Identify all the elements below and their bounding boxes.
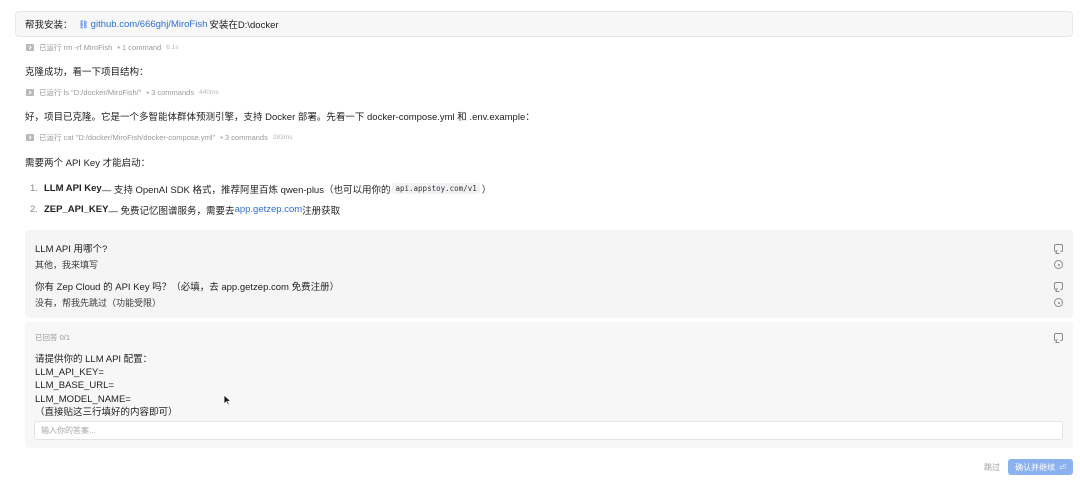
tool-run-count: • 1 command [117,43,162,52]
terminal-icon [26,89,34,96]
step-title: ZEP_API_KEY [44,204,109,215]
confirm-label: 确认并继续 [1015,462,1056,472]
answer-row: 其他，我来填写 [35,258,1063,271]
tool-run-rm[interactable]: 已运行 rm -rf MiroFish • 1 command 6.1s [26,42,179,53]
terminal-icon [26,44,34,51]
tool-run-cat[interactable]: 已运行 cat "D:/docker/MiroFish/docker-compo… [26,132,292,143]
tool-run-ls[interactable]: 已运行 ls "D:/docker/MiroFish/" • 3 command… [26,87,219,98]
tool-run-label: 已运行 rm -rf MiroFish [39,43,113,52]
tool-run-duration: 440ms [199,89,219,96]
tool-run-label: 已运行 cat "D:/docker/MiroFish/docker-compo… [39,133,216,142]
comment-icon[interactable] [1054,282,1063,290]
answer-text: 没有，帮我先跳过（功能受限） [35,298,162,308]
terminal-icon [26,134,34,141]
question-text: 你有 Zep Cloud 的 API Key 吗？（必填，去 app.getze… [35,282,340,293]
answer-input[interactable] [34,421,1063,440]
skip-button[interactable]: 跳过 [984,462,1000,473]
answer-row: 没有，帮我先跳过（功能受限） [35,296,1063,309]
step-number: 1. [30,183,38,194]
radio-icon[interactable] [1054,298,1063,307]
tool-run-duration: 6.1s [166,44,179,51]
need-keys-text: 需要两个 API Key 才能启动： [25,158,151,169]
questions-panel: LLM API 用哪个? 其他，我来填写 你有 Zep Cloud 的 API … [25,230,1073,318]
comment-icon[interactable] [1054,333,1063,341]
intro-text: 好，项目已克隆。它是一个多智能体群体预测引擎，支持 Docker 部署。先看一下… [25,112,535,123]
user-message-suffix: 安装在D:\docker [209,20,279,31]
list-item: 2. ZEP_API_KEY — 免费记忆图谱服务，需要去 app.getzep… [30,199,491,220]
step-number: 2. [30,204,38,215]
question-text: LLM API 用哪个? [35,244,108,255]
step-title: LLM API Key [44,183,102,194]
step-text: — 免费记忆图谱服务，需要去 [108,205,235,217]
api-key-steps: 1. LLM API Key — 支持 OpenAI SDK 格式，推荐阿里百炼… [30,178,491,220]
link-icon: ⛓ [78,19,89,29]
enter-icon: ⏎ [1059,462,1066,472]
tool-run-count: • 3 commands [146,88,195,97]
comment-icon[interactable] [1054,244,1063,252]
inline-code: api.appstoy.com/v1 [392,183,480,194]
tool-run-duration: 283ms [272,134,293,141]
tool-run-label: 已运行 ls "D:/docker/MiroFish/" [39,88,142,97]
answered-status: 已回答 0/1 [35,333,71,342]
answer-text: 其他，我来填写 [35,260,99,270]
user-message: 帮我安装： ⛓ github.com/666ghj/MiroFish 安装在D:… [15,11,1073,37]
tool-run-count: • 3 commands [220,133,268,142]
radio-icon[interactable] [1054,260,1063,269]
question-row: 你有 Zep Cloud 的 API Key 吗？（必填，去 app.getze… [35,279,1063,293]
list-item: 1. LLM API Key — 支持 OpenAI SDK 格式，推荐阿里百炼… [30,178,491,199]
step-tail: 注册获取 [302,205,341,217]
user-message-prefix: 帮我安装： [25,20,73,31]
repo-link[interactable]: github.com/666ghj/MiroFish [91,19,208,30]
question-row: LLM API 用哪个? [35,241,1063,255]
step-tail: ） [481,184,492,196]
confirm-continue-button[interactable]: 确认并继续 ⏎ [1008,459,1073,475]
config-prompt: 请提供你的 LLM API 配置： LLM_API_KEY= LLM_BASE_… [35,354,178,418]
zep-link[interactable]: app.getzep.com [235,204,303,215]
step-text: — 支持 OpenAI SDK 格式，推荐阿里百炼 qwen-plus（也可以用… [101,184,391,196]
answer-panel: 已回答 0/1 请提供你的 LLM API 配置： LLM_API_KEY= L… [25,322,1073,448]
clone-done-text: 克隆成功，看一下项目结构： [25,67,149,78]
mouse-cursor-icon [223,394,232,406]
